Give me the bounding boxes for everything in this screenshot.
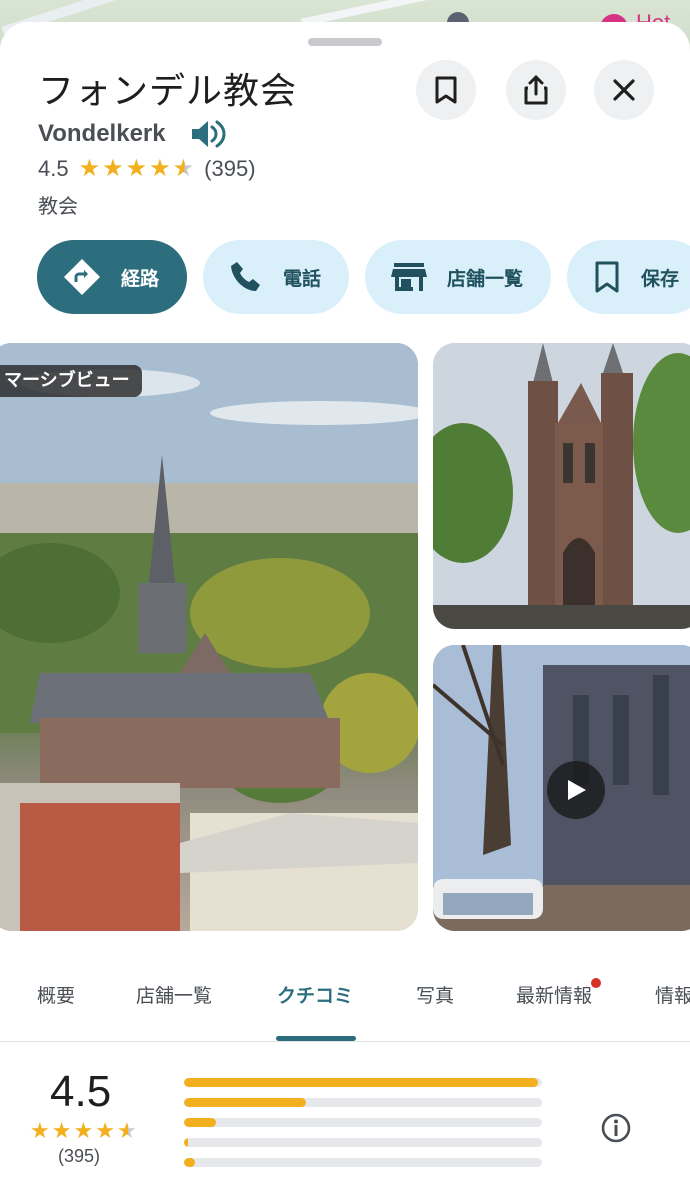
place-title: フォンデル教会: [38, 71, 298, 112]
church-aerial-illustration: [0, 343, 418, 931]
rating-bar-fill: [184, 1138, 189, 1147]
aerial-photo[interactable]: マーシブビュー: [0, 343, 418, 931]
review-count: (395): [204, 156, 256, 181]
rating-row[interactable]: 4.5 ★ ★ ★ ★ ★ (395): [38, 156, 256, 182]
play-icon: [568, 780, 586, 800]
star-full-icon: ★: [73, 1119, 94, 1144]
star-full-icon: ★: [51, 1119, 72, 1144]
rating-bar-fill: [184, 1158, 195, 1167]
bookmark-icon: [435, 76, 457, 104]
speaker-icon[interactable]: [190, 118, 226, 150]
rating-bar-4-star: [184, 1098, 542, 1107]
tab-about[interactable]: 情報: [655, 982, 690, 1042]
tab-stores[interactable]: 店舗一覧: [136, 982, 212, 1042]
church-front-illustration: [433, 343, 690, 629]
church-front-photo[interactable]: [433, 343, 690, 629]
close-button[interactable]: [594, 60, 654, 120]
save-label: 保存: [641, 267, 680, 290]
play-button[interactable]: [547, 761, 605, 819]
call-button[interactable]: 電話: [203, 240, 350, 314]
rating-bar-fill: [184, 1098, 306, 1107]
tab-photos[interactable]: 写真: [416, 982, 454, 1042]
rating-stars: ★ ★ ★ ★ ★: [79, 157, 195, 181]
tab-bar: 概要 店舗一覧 クチコミ 写真 最新情報 情報: [0, 978, 690, 1042]
save-chip-button[interactable]: 保存: [567, 240, 690, 314]
call-label: 電話: [283, 267, 322, 290]
summary-review-count: (395): [58, 1146, 101, 1166]
stores-label: 店舗一覧: [447, 267, 524, 290]
star-full-icon: ★: [30, 1119, 50, 1144]
tab-updates[interactable]: 最新情報: [516, 982, 592, 1042]
store-icon: [391, 263, 428, 291]
star-full-icon: ★: [78, 155, 101, 182]
star-full-icon: ★: [102, 155, 124, 182]
rating-bar-1-star: [184, 1158, 542, 1167]
rating-bar-fill: [184, 1118, 217, 1127]
rating-value: 4.5: [38, 156, 69, 181]
share-button[interactable]: [506, 60, 566, 120]
rating-bar-3-star: [184, 1118, 542, 1127]
star-half-icon: ★: [172, 155, 195, 182]
info-icon[interactable]: [600, 1112, 632, 1144]
action-chips: 経路 電話 店舗一覧 保存: [37, 240, 690, 314]
overall-rating: 4.5: [50, 1067, 112, 1116]
share-icon: [524, 75, 548, 105]
stores-button[interactable]: 店舗一覧: [365, 240, 552, 314]
phone-icon: [231, 262, 261, 291]
directions-icon: [64, 259, 100, 295]
directions-label: 経路: [121, 267, 160, 290]
tab-reviews[interactable]: クチコミ: [277, 982, 353, 1042]
drag-handle[interactable]: [308, 38, 382, 46]
tab-overview[interactable]: 概要: [37, 982, 75, 1042]
rating-distribution[interactable]: [184, 1078, 542, 1178]
updates-badge: [591, 978, 601, 988]
star-full-icon: ★: [125, 155, 148, 182]
place-subtitle: Vondelkerk: [38, 120, 166, 147]
summary-stars: ★ ★ ★ ★ ★: [30, 1120, 137, 1144]
rating-bar-2-star: [184, 1138, 542, 1147]
place-sheet: フォンデル教会 Vondelkerk 4.5 ★ ★ ★ ★ ★ (395) 教会: [0, 22, 690, 1200]
save-button[interactable]: [416, 60, 476, 120]
bookmark-icon: [595, 261, 619, 293]
church-video-thumbnail[interactable]: [433, 645, 690, 931]
active-tab-indicator: [276, 1036, 356, 1041]
rating-bar-5-star: [184, 1078, 542, 1087]
subtitle-row: Vondelkerk: [38, 118, 226, 150]
star-full-icon: ★: [95, 1119, 115, 1144]
directions-button[interactable]: 経路: [37, 240, 188, 314]
close-icon: [613, 79, 635, 101]
place-category: 教会: [38, 194, 78, 218]
star-full-icon: ★: [149, 155, 171, 182]
aerial-view-label: マーシブビュー: [0, 365, 142, 397]
star-half-icon: ★: [116, 1119, 137, 1144]
rating-bar-fill: [184, 1078, 539, 1087]
